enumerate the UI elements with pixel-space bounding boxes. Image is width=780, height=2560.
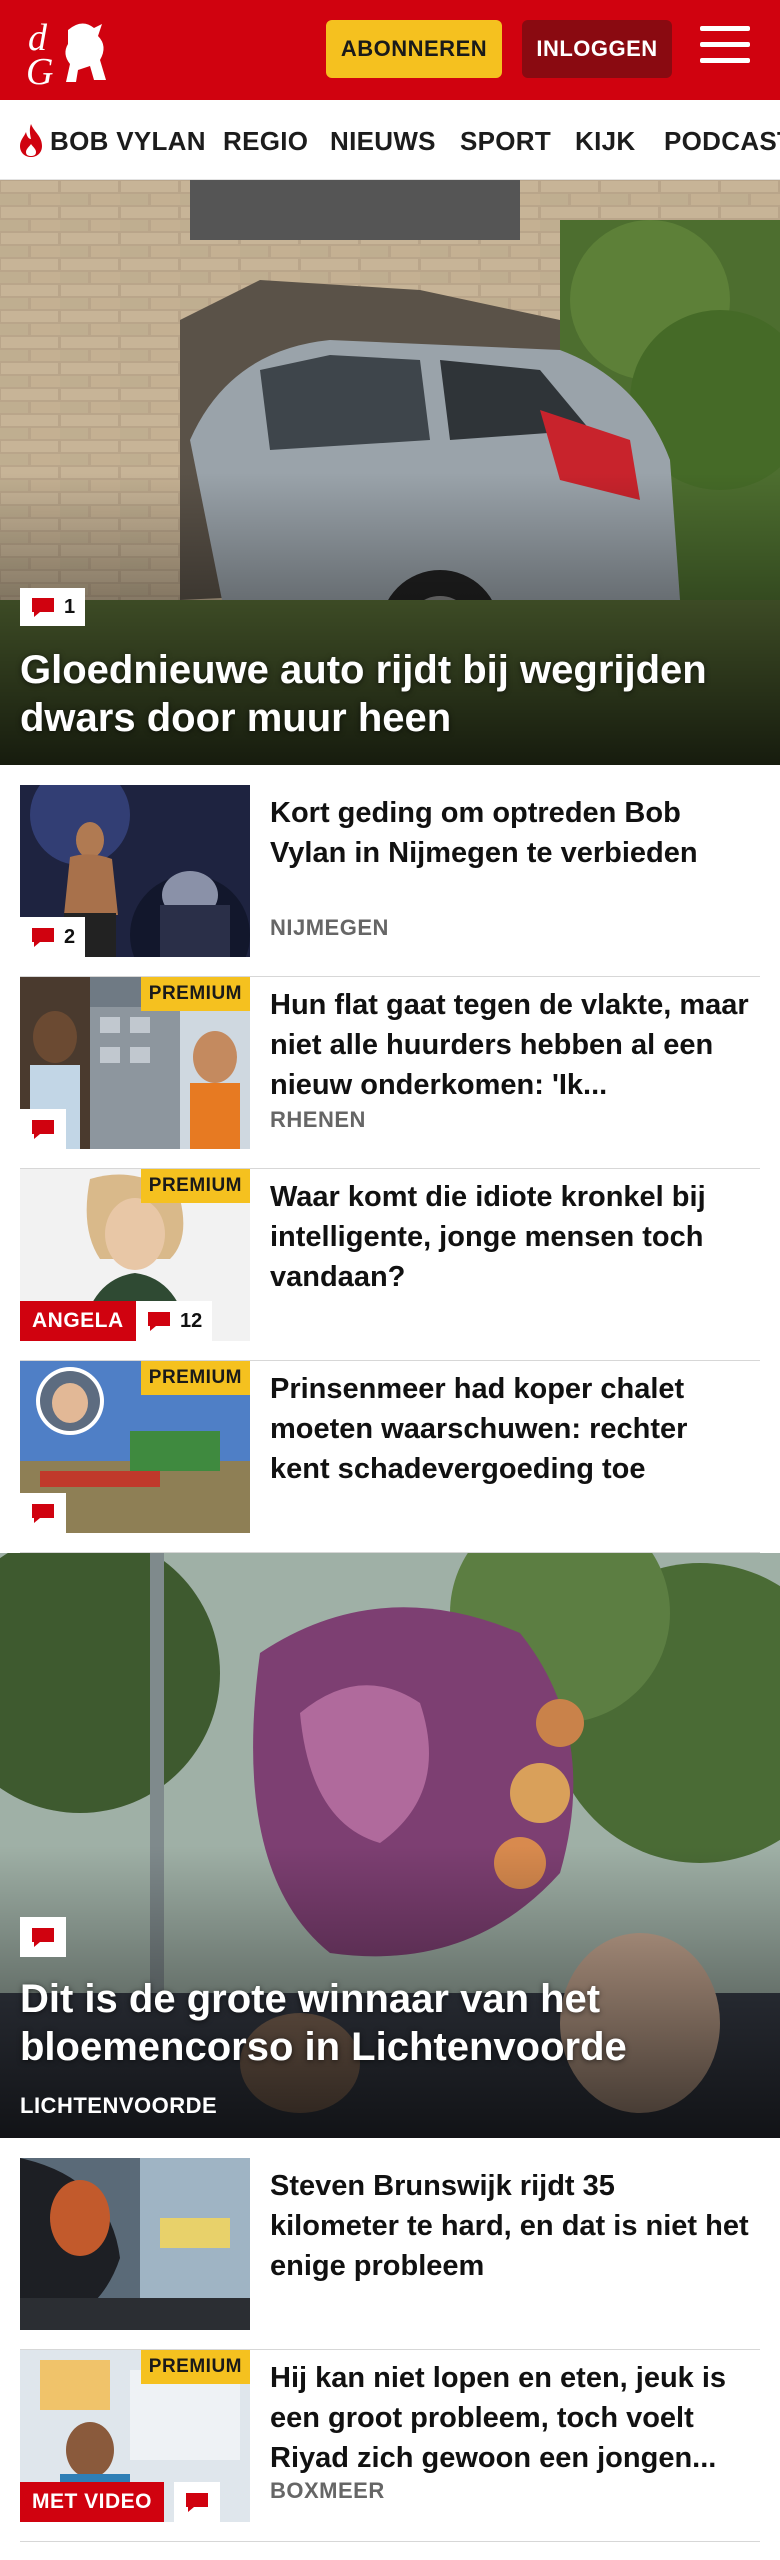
comment-badge — [20, 1493, 66, 1533]
comment-icon — [148, 1312, 170, 1331]
svg-text:G: G — [26, 51, 53, 90]
list-item[interactable]: PREMIUM MET VIDEO Hij kan niet lopen en … — [20, 2350, 760, 2542]
premium-badge: PREMIUM — [140, 2350, 250, 2384]
section-nav: BOB VYLAN REGIO NIEUWS SPORT KIJK PODCAS… — [0, 100, 780, 180]
premium-badge: PREMIUM — [140, 1361, 250, 1395]
comment-badge — [20, 1109, 66, 1149]
nav-item-sport[interactable]: SPORT — [460, 126, 551, 157]
article-title[interactable]: Steven Brunswijk rijdt 35 kilometer te h… — [270, 2166, 750, 2286]
nav-item-bob-vylan[interactable]: BOB VYLAN — [50, 126, 206, 157]
list-item[interactable]: PREMIUM Hun flat gaat tegen de vlakte, m… — [20, 977, 760, 1169]
list-item[interactable]: Steven Brunswijk rijdt 35 kilometer te h… — [20, 2158, 760, 2350]
comment-icon — [32, 598, 54, 617]
subscribe-button[interactable]: ABONNEREN — [326, 20, 502, 78]
article-thumbnail: PREMIUM MET VIDEO — [20, 2350, 250, 2522]
menu-icon[interactable] — [700, 26, 750, 70]
nav-item-podcast[interactable]: PODCAST — [664, 126, 780, 157]
nav-item-kijk[interactable]: KIJK — [575, 126, 635, 157]
nav-item-regio[interactable]: REGIO — [223, 126, 308, 157]
comment-count: 1 — [64, 595, 76, 618]
article-title[interactable]: Prinsenmeer had koper chalet moeten waar… — [270, 1369, 750, 1489]
article-location: RHENEN — [270, 1107, 366, 1132]
site-header: d G ABONNEREN INLOGGEN — [0, 0, 780, 100]
comment-icon — [32, 928, 54, 947]
comment-icon — [32, 1120, 54, 1139]
premium-badge: PREMIUM — [140, 977, 250, 1011]
list-item[interactable]: PREMIUM Prinsenmeer had koper chalet moe… — [20, 1361, 760, 1553]
author-tag: ANGELA — [20, 1301, 136, 1341]
article-thumbnail: PREMIUM ANGELA 12 — [20, 1169, 250, 1341]
hero-article-car[interactable]: 1 Gloednieuwe auto rijdt bij wegrijden d… — [0, 180, 780, 765]
hero-location: LICHTENVOORDE — [20, 2093, 218, 2118]
article-title[interactable]: Waar komt die idiote kronkel bij intelli… — [270, 1177, 750, 1297]
article-thumbnail: PREMIUM — [20, 977, 250, 1149]
site-logo[interactable]: d G — [22, 10, 122, 93]
comment-icon — [32, 1928, 54, 1947]
hero-title[interactable]: Dit is de grote winnaar van het bloemenc… — [20, 1975, 740, 2071]
comment-count: 12 — [180, 1309, 203, 1332]
comment-icon — [186, 2493, 208, 2512]
article-title[interactable]: Kort geding om optreden Bob Vylan in Nij… — [270, 793, 750, 873]
comment-icon — [32, 1504, 54, 1523]
comment-badge — [174, 2482, 220, 2522]
comment-badge: 1 — [20, 588, 86, 626]
article-thumbnail: 2 — [20, 785, 250, 957]
list-item[interactable]: 2 Kort geding om optreden Bob Vylan in N… — [20, 785, 760, 977]
comment-badge: 2 — [20, 917, 86, 957]
article-thumbnail: PREMIUM — [20, 1361, 250, 1533]
article-title[interactable]: Hun flat gaat tegen de vlakte, maar niet… — [270, 985, 750, 1105]
flame-icon — [20, 124, 42, 157]
hero-article-corso[interactable]: Dit is de grote winnaar van het bloemenc… — [0, 1553, 780, 2138]
comment-badge: 12 — [136, 1301, 213, 1341]
article-thumbnail — [20, 2158, 250, 2330]
video-tag: MET VIDEO — [20, 2482, 165, 2522]
list-item[interactable]: PREMIUM ANGELA 12 Waar komt die idiote k… — [20, 1169, 760, 1361]
hero-title[interactable]: Gloednieuwe auto rijdt bij wegrijden dwa… — [20, 646, 740, 742]
article-location: BOXMEER — [270, 2478, 385, 2503]
nav-item-nieuws[interactable]: NIEUWS — [330, 126, 436, 157]
article-location: NIJMEGEN — [270, 915, 389, 940]
comment-badge — [20, 1917, 66, 1957]
premium-badge: PREMIUM — [140, 1169, 250, 1203]
login-button[interactable]: INLOGGEN — [522, 20, 672, 78]
article-title[interactable]: Hij kan niet lopen en eten, jeuk is een … — [270, 2358, 750, 2478]
comment-count: 2 — [64, 925, 76, 948]
